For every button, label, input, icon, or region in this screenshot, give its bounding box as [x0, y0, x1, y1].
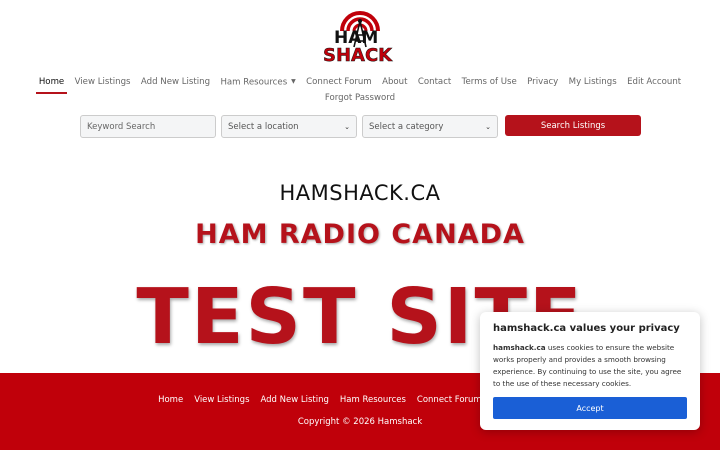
- nav-item-contact[interactable]: Contact: [413, 75, 457, 91]
- nav-item-label: Add New Listing: [140, 76, 211, 87]
- category-select-value: Select a category: [369, 121, 444, 132]
- cookie-banner-body: hamshack.ca uses cookies to ensure the w…: [493, 342, 687, 390]
- cookie-banner-title: hamshack.ca values your privacy: [493, 323, 680, 334]
- nav-item-label: Privacy: [527, 76, 559, 87]
- nav-item-about[interactable]: About: [377, 75, 413, 91]
- chevron-down-icon: ▼: [291, 78, 296, 85]
- keyword-search-input[interactable]: Keyword Search: [80, 115, 216, 138]
- radio-tower-icon: HAM SHACK: [323, 11, 393, 65]
- nav-item-home[interactable]: Home: [34, 75, 70, 94]
- nav-item-my-listings[interactable]: My Listings: [563, 75, 621, 91]
- nav-item-forgot-password[interactable]: Forgot Password: [320, 91, 401, 107]
- category-select[interactable]: Select a category ⌄: [362, 115, 498, 138]
- cookie-banner: hamshack.ca values your privacy hamshack…: [480, 312, 700, 430]
- nav-item-connect-forum[interactable]: Connect Forum: [301, 75, 377, 91]
- search-bar: Keyword Search Select a location ⌄ Selec…: [80, 115, 641, 138]
- nav-item-label: Connect Forum: [306, 76, 372, 87]
- nav-item-label: Contact: [417, 76, 452, 87]
- footer-link-home[interactable]: Home: [153, 395, 189, 405]
- nav-item-label: Forgot Password: [324, 92, 396, 103]
- footer-link-add-new-listing[interactable]: Add New Listing: [255, 395, 334, 405]
- chevron-down-icon: ⌄: [344, 122, 350, 131]
- nav-item-add-new-listing[interactable]: Add New Listing: [136, 75, 216, 91]
- nav-item-view-listings[interactable]: View Listings: [69, 75, 135, 91]
- nav-item-label: View Listings: [74, 76, 131, 87]
- main-nav-row: Forgot Password: [0, 91, 720, 107]
- nav-item-terms-of-use[interactable]: Terms of Use: [456, 75, 521, 91]
- cookie-accept-button[interactable]: Accept: [493, 397, 687, 419]
- hero-site-name: HAMSHACK.CA: [279, 181, 441, 205]
- nav-item-label: Home: [38, 76, 65, 87]
- nav-item-label: Ham Resources: [220, 77, 288, 88]
- svg-text:SHACK: SHACK: [323, 45, 393, 65]
- nav-item-label: Terms of Use: [461, 76, 517, 87]
- chevron-down-icon: ⌄: [485, 122, 491, 131]
- nav-item-edit-account[interactable]: Edit Account: [622, 75, 686, 91]
- main-nav-row: Home View Listings Add New Listing Ham Reso…: [0, 74, 720, 94]
- cookie-banner-brand: hamshack.ca: [493, 343, 546, 352]
- search-listings-button[interactable]: Search Listings: [505, 115, 641, 136]
- footer-link-ham-resources[interactable]: Ham Resources: [334, 395, 411, 405]
- nav-item-label: About: [382, 76, 408, 87]
- site-logo[interactable]: HAM SHACK: [320, 5, 400, 65]
- location-select[interactable]: Select a location ⌄: [221, 115, 357, 138]
- location-select-value: Select a location: [228, 121, 299, 132]
- nav-item-label: Edit Account: [627, 76, 682, 87]
- nav-item-privacy[interactable]: Privacy: [522, 75, 564, 91]
- nav-item-ham-resources[interactable]: Ham Resources ▼: [215, 74, 301, 91]
- footer-link-connect-forum[interactable]: Connect Forum: [411, 395, 487, 405]
- footer-link-view-listings[interactable]: View Listings: [189, 395, 255, 405]
- nav-item-label: My Listings: [568, 76, 617, 87]
- main-nav: Home View Listings Add New Listing Ham Reso…: [0, 74, 720, 106]
- hero-subtitle: HAM RADIO CANADA: [195, 219, 525, 250]
